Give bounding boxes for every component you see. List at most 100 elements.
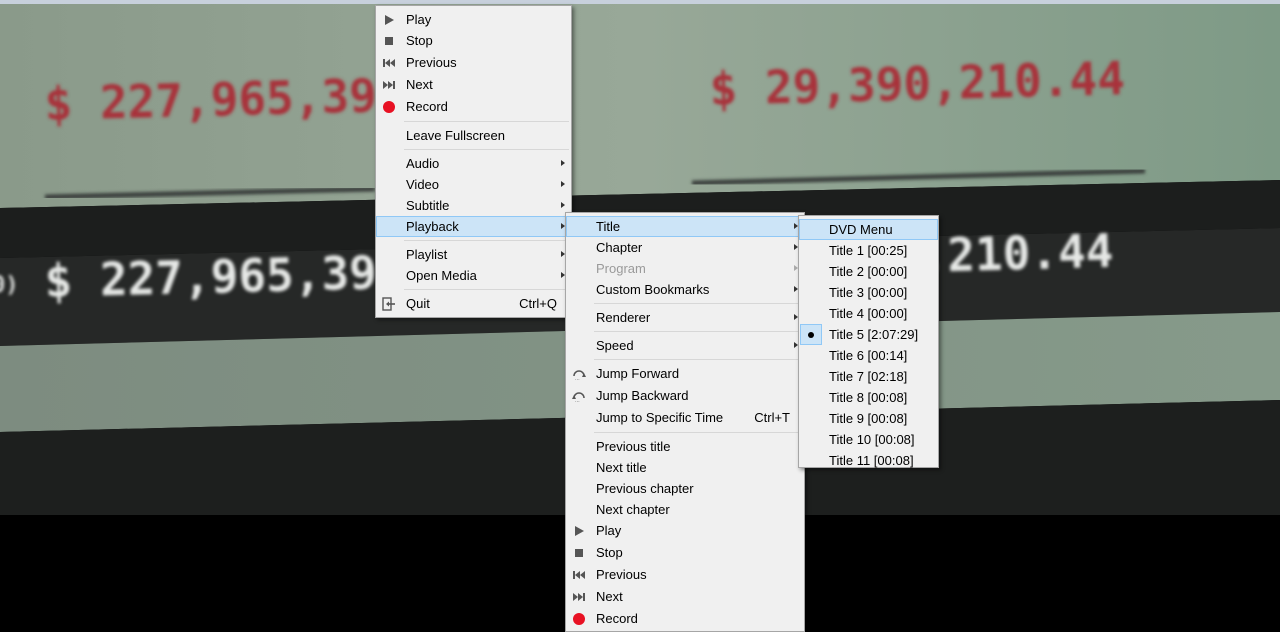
skip-previous-icon [383,59,395,67]
radio-checked-icon [800,324,822,345]
menu-item-label: Quit [406,296,430,311]
submenu-item-chapter[interactable]: Chapter [566,237,804,258]
main-context-menu: Play Stop Previous Next Record Leave Ful… [375,5,572,318]
title-item-1[interactable]: Title 1 [00:25] [799,240,938,261]
title-item-5[interactable]: Title 5 [2:07:29] [799,324,938,345]
submenu-arrow-icon [561,181,565,187]
menu-item-audio[interactable]: Audio [376,153,571,174]
menu-item-label: Leave Fullscreen [406,128,505,143]
title-submenu: DVD Menu Title 1 [00:25] Title 2 [00:00]… [798,215,939,468]
menu-item-subtitle[interactable]: Subtitle [376,195,571,216]
submenu-item-record[interactable]: Record [566,608,804,630]
menu-item-open-media[interactable]: Open Media [376,265,571,286]
menu-item-label: Record [596,611,638,626]
menu-item-label: Audio [406,156,440,171]
submenu-item-program: Program [566,258,804,279]
submenu-arrow-icon [561,160,565,166]
menu-item-label: Program [596,261,646,276]
menu-item-previous[interactable]: Previous [376,52,571,74]
title-item-3[interactable]: Title 3 [00:00] [799,282,938,303]
submenu-item-speed[interactable]: Speed [566,335,804,356]
submenu-item-custom-bookmarks[interactable]: Custom Bookmarks [566,279,804,300]
submenu-item-next-chapter[interactable]: Next chapter [566,499,804,520]
menu-separator [404,289,569,290]
menu-item-video[interactable]: Video [376,174,571,195]
title-item-4[interactable]: Title 4 [00:00] [799,303,938,324]
menu-item-label: Playback [406,219,459,234]
menu-item-label: Title 4 [00:00] [829,306,908,321]
title-item-2[interactable]: Title 2 [00:00] [799,261,938,282]
menu-item-label: Next [596,589,623,604]
submenu-item-play[interactable]: Play [566,520,804,542]
title-item-9[interactable]: Title 9 [00:08] [799,408,938,429]
menu-item-label: Renderer [596,310,651,325]
menu-item-label: Speed [596,338,634,353]
menu-item-label: Video [406,177,440,192]
menu-item-stop[interactable]: Stop [376,30,571,52]
submenu-item-next[interactable]: Next [566,586,804,608]
menu-item-label: Title 5 [2:07:29] [829,327,919,342]
title-item-dvd-menu[interactable]: DVD Menu [799,219,938,240]
menu-item-label: Play [596,523,622,538]
menu-item-shortcut: Ctrl+Q [519,296,557,311]
menu-item-leave-fullscreen[interactable]: Leave Fullscreen [376,125,571,146]
menu-item-play[interactable]: Play [376,9,571,30]
submenu-item-stop[interactable]: Stop [566,542,804,564]
menu-item-label: Title 8 [00:08] [829,390,908,405]
submenu-item-title[interactable]: Title [566,216,804,237]
menu-item-label: Title 3 [00:00] [829,285,908,300]
record-icon [573,613,585,625]
menu-item-label: Previous [596,567,647,582]
play-icon [385,15,394,25]
menu-item-label: Title 9 [00:08] [829,411,908,426]
amount-bottom-left: $ 227,965,39 [44,245,378,308]
svg-text:···: ··· [575,399,580,403]
menu-item-record[interactable]: Record [376,96,571,118]
amount-bottom-right: ,210.44 [919,224,1114,283]
stop-icon [575,549,583,557]
submenu-item-previous-chapter[interactable]: Previous chapter [566,478,804,499]
menu-item-shortcut: Ctrl+T [754,410,790,425]
menu-separator [594,331,802,332]
title-item-6[interactable]: Title 6 [00:14] [799,345,938,366]
submenu-item-jump-forward[interactable]: ··· Jump Forward [566,363,804,385]
menu-item-label: Previous chapter [596,481,694,496]
menu-item-label: Title 7 [02:18] [829,369,908,384]
menu-item-label: Jump Forward [596,366,680,381]
menu-item-next[interactable]: Next [376,74,571,96]
title-item-10[interactable]: Title 10 [00:08] [799,429,938,450]
menu-item-quit[interactable]: Quit Ctrl+Q [376,293,571,314]
menu-item-playback[interactable]: Playback [376,216,571,237]
menu-item-label: DVD Menu [829,222,893,237]
submenu-item-jump-backward[interactable]: ··· Jump Backward [566,385,804,407]
menu-item-label: Subtitle [406,198,450,213]
menu-item-label: Title 6 [00:14] [829,348,908,363]
menu-separator [404,121,569,122]
menu-item-label: Record [406,99,448,114]
menu-item-label: Jump to Specific Time [596,410,724,425]
menu-item-label: Chapter [596,240,643,255]
submenu-item-previous[interactable]: Previous [566,564,804,586]
play-icon [575,526,584,536]
svg-text:···: ··· [575,377,580,381]
edge-fragment: 0) [0,273,19,298]
skip-previous-icon [573,571,585,579]
submenu-item-jump-specific-time[interactable]: Jump to Specific Time Ctrl+T [566,407,804,429]
menu-separator [404,240,569,241]
menu-item-label: Title 11 [00:08] [829,453,914,468]
title-item-7[interactable]: Title 7 [02:18] [799,366,938,387]
menu-item-label: Previous title [596,439,671,454]
submenu-item-next-title[interactable]: Next title [566,457,804,478]
submenu-item-previous-title[interactable]: Previous title [566,436,804,457]
menu-separator [594,432,802,433]
menu-item-label: Playlist [406,247,448,262]
title-item-8[interactable]: Title 8 [00:08] [799,387,938,408]
menu-item-label: Next chapter [596,502,670,517]
title-item-11[interactable]: Title 11 [00:08] [799,450,938,471]
submenu-item-renderer[interactable]: Renderer [566,307,804,328]
menu-item-playlist[interactable]: Playlist [376,244,571,265]
submenu-arrow-icon [561,202,565,208]
skip-next-icon [383,81,395,89]
stop-icon [385,37,393,45]
menu-item-label: Stop [406,33,433,48]
